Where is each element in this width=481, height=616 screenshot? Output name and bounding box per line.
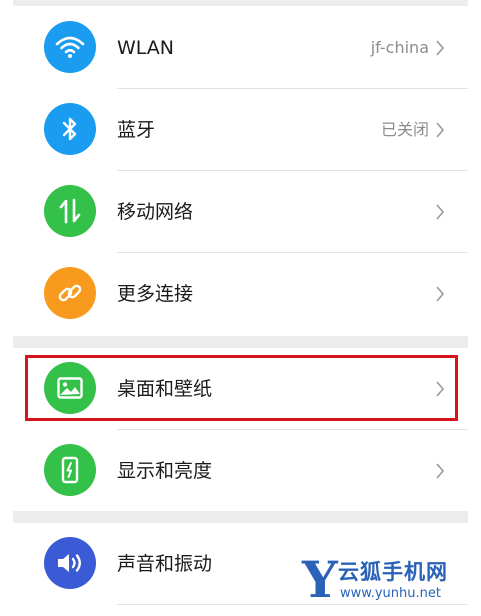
chevron-right-icon [436,40,445,56]
mobile-data-icon [44,185,96,237]
settings-item-more-connections[interactable]: 更多连接 [0,253,481,335]
speaker-icon [44,537,96,589]
link-icon [44,267,96,319]
brightness-icon [44,444,96,496]
highlight-box [25,355,458,421]
watermark-logo: Y 云狐手机网 www.yunhu.net [302,552,467,612]
mobile-network-label: 移动网络 [117,201,194,223]
more-connections-label: 更多连接 [117,283,194,305]
bluetooth-label: 蓝牙 [117,119,156,141]
section-separator-top [13,0,468,6]
sound-label: 声音和振动 [117,553,213,575]
settings-item-wlan[interactable]: WLAN jf-china [0,7,481,89]
chevron-right-icon [436,463,445,479]
settings-item-display[interactable]: 显示和亮度 [0,430,481,512]
wifi-icon [44,21,96,73]
bluetooth-icon [44,103,96,155]
watermark-title: 云狐手机网 [338,560,448,584]
wlan-value: jf-china [370,38,429,57]
display-label: 显示和亮度 [117,460,213,482]
watermark-url: www.yunhu.net [340,586,441,601]
bluetooth-value: 已关闭 [380,120,429,139]
chevron-right-icon [436,286,445,302]
watermark-letter: Y [302,550,338,609]
settings-item-bluetooth[interactable]: 蓝牙 已关闭 [0,89,481,171]
chevron-right-icon [436,122,445,138]
chevron-right-icon [436,204,445,220]
wlan-label: WLAN [117,37,175,59]
section-separator-1 [13,336,468,348]
section-separator-2 [13,511,468,523]
settings-item-mobile-network[interactable]: 移动网络 [0,171,481,253]
